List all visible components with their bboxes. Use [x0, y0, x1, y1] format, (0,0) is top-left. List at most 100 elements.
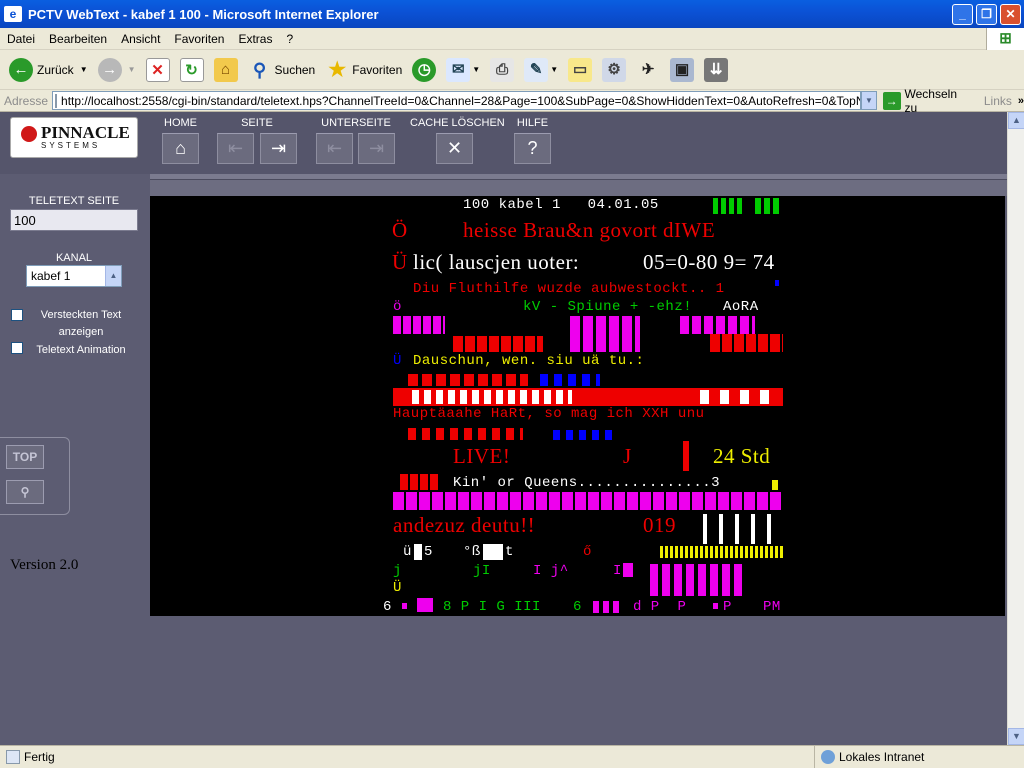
tt-footer-c: 6 — [573, 599, 582, 615]
search-button[interactable]: ⚲ Suchen — [245, 53, 319, 87]
mosaic-red — [710, 334, 783, 352]
tt-row4-a: ö — [393, 299, 402, 315]
mosaic-magenta — [570, 316, 640, 352]
back-button[interactable]: ← Zurück ▼ — [6, 53, 91, 87]
teletext-display: 100 kabel 1 04.01.05 Ö heisse Brau&n gov… — [150, 196, 1005, 616]
mail-icon: ✉ — [446, 57, 471, 82]
chevron-down-icon[interactable]: ▼ — [80, 65, 88, 74]
vertical-scrollbar[interactable]: ▲ ▼ — [1007, 112, 1024, 745]
edit-button[interactable]: ✎ ▼ — [521, 53, 561, 87]
favorites-button[interactable]: ★ Favoriten — [322, 53, 405, 87]
hidden-text-checkbox[interactable] — [11, 309, 23, 321]
mosaic-red — [408, 428, 523, 440]
chevron-down-icon[interactable]: ▼ — [550, 65, 558, 74]
browser-toolbar: ← Zurück ▼ → ▼ ✕ ↻ ⌂ ⚲ Suchen ★ Favorite… — [0, 50, 1024, 90]
mosaic-magenta — [593, 601, 623, 613]
tt-footer-e: P — [723, 599, 732, 615]
address-label: Adresse — [4, 93, 49, 108]
mosaic-magenta — [393, 316, 445, 334]
messenger-icon: ✈ — [636, 57, 661, 82]
links-label[interactable]: Links — [984, 94, 1012, 108]
menu-bearbeiten[interactable]: Bearbeiten — [42, 32, 114, 46]
nav-home-label: HOME — [164, 117, 197, 129]
kanal-select[interactable]: kabef 1 ▲ — [26, 265, 122, 287]
tt-row10-e: ő — [583, 544, 592, 560]
prev-subpage-button[interactable]: ⇤ — [316, 133, 353, 164]
mail-button[interactable]: ✉ ▼ — [443, 53, 483, 87]
forward-button[interactable]: → ▼ — [95, 53, 139, 87]
mosaic-magenta — [650, 564, 746, 596]
animation-checkbox[interactable] — [11, 342, 23, 354]
print-button[interactable]: ⎙ — [487, 53, 517, 87]
stop-button[interactable]: ✕ — [143, 53, 173, 87]
edit-icon: ✎ — [524, 57, 549, 82]
mosaic-yellow — [772, 480, 778, 490]
home-nav-button[interactable]: ⌂ — [162, 133, 199, 164]
tt-row6: Hauptäaahe HaRt, so mag ich XXH unu — [393, 406, 705, 422]
quick-actions-box: TOP ⚲ — [0, 437, 70, 515]
mosaic-red — [408, 374, 528, 386]
scroll-down-icon[interactable]: ▼ — [1008, 728, 1024, 745]
teletext-page-label: TELETEXT SEITE — [28, 195, 120, 207]
top-button[interactable]: TOP — [6, 445, 44, 469]
search-icon: ⚲ — [247, 57, 272, 82]
history-icon: ◷ — [412, 57, 437, 82]
refresh-button[interactable]: ↻ — [177, 53, 207, 87]
next-subpage-button[interactable]: ⇥ — [358, 133, 395, 164]
maximize-button[interactable]: ❐ — [976, 3, 997, 25]
close-button[interactable]: ✕ — [1000, 3, 1021, 25]
mosaic-white — [483, 544, 503, 560]
menu-bar: Datei Bearbeiten Ansicht Favoriten Extra… — [0, 28, 1024, 50]
zone-panel: Lokales Intranet — [814, 745, 1024, 768]
pinnacle-logo[interactable]: PINNACLE SYSTEMS — [10, 117, 138, 158]
kanal-value: kabef 1 — [31, 269, 71, 283]
help-button[interactable]: ? — [514, 133, 551, 164]
mosaic-yellow — [660, 546, 783, 558]
mosaic-white — [412, 390, 572, 404]
tt-row1-a: Ö — [392, 218, 408, 242]
menu-help[interactable]: ? — [279, 32, 300, 46]
mosaic-magenta — [393, 492, 783, 510]
clear-cache-button[interactable]: ✕ — [436, 133, 473, 164]
research-button[interactable]: ⚙ — [599, 53, 629, 87]
tt-footer-a: 6 — [383, 599, 392, 615]
menu-extras[interactable]: Extras — [231, 32, 279, 46]
window-title: PCTV WebText - kabef 1 100 - Microsoft I… — [28, 6, 379, 22]
chevron-down-icon[interactable]: ▼ — [472, 65, 480, 74]
teletext-page-input[interactable] — [10, 209, 138, 231]
forward-arrow-icon: → — [97, 57, 122, 82]
zoom-button[interactable]: ⚲ — [6, 480, 44, 504]
tt-row10-d: t — [505, 544, 514, 560]
home-button[interactable]: ⌂ — [211, 53, 241, 87]
page-done-icon — [6, 750, 20, 764]
menu-datei[interactable]: Datei — [0, 32, 42, 46]
computer-button[interactable]: ▣ — [667, 53, 697, 87]
archive-button[interactable]: ⇊ — [701, 53, 731, 87]
menu-ansicht[interactable]: Ansicht — [114, 32, 167, 46]
address-dropdown-chevron-icon[interactable]: ▼ — [861, 91, 877, 110]
chevron-right-icon[interactable]: » — [1018, 95, 1024, 107]
mosaic-blue — [540, 374, 600, 386]
subpage-forward-icon: ⇥ — [368, 138, 385, 158]
address-input[interactable]: http://localhost:2558/cgi-bin/standard/t… — [52, 91, 862, 110]
messenger-button[interactable]: ✈ — [633, 53, 663, 87]
chevron-down-icon: ▲ — [105, 266, 121, 286]
intranet-icon — [821, 750, 835, 764]
prev-page-button[interactable]: ⇤ — [217, 133, 254, 164]
chevron-down-icon[interactable]: ▼ — [128, 65, 136, 74]
x-icon: ✕ — [446, 138, 463, 158]
scroll-up-icon[interactable]: ▲ — [1008, 112, 1024, 129]
note-button[interactable]: ▭ — [565, 53, 595, 87]
next-page-button[interactable]: ⇥ — [260, 133, 297, 164]
hidden-text-line1: Versteckten Text — [40, 309, 122, 321]
question-icon: ? — [527, 138, 538, 158]
tt-row11-b: jI — [473, 563, 491, 579]
go-button[interactable]: → Wechseln zu — [882, 87, 972, 115]
go-arrow-icon: → — [882, 91, 901, 110]
history-button[interactable]: ◷ — [409, 53, 439, 87]
tt-row10-c: °ß — [463, 544, 481, 560]
minimize-button[interactable]: _ — [952, 3, 973, 25]
stop-icon: ✕ — [145, 57, 170, 82]
mosaic-white — [414, 544, 422, 560]
menu-favoriten[interactable]: Favoriten — [167, 32, 231, 46]
